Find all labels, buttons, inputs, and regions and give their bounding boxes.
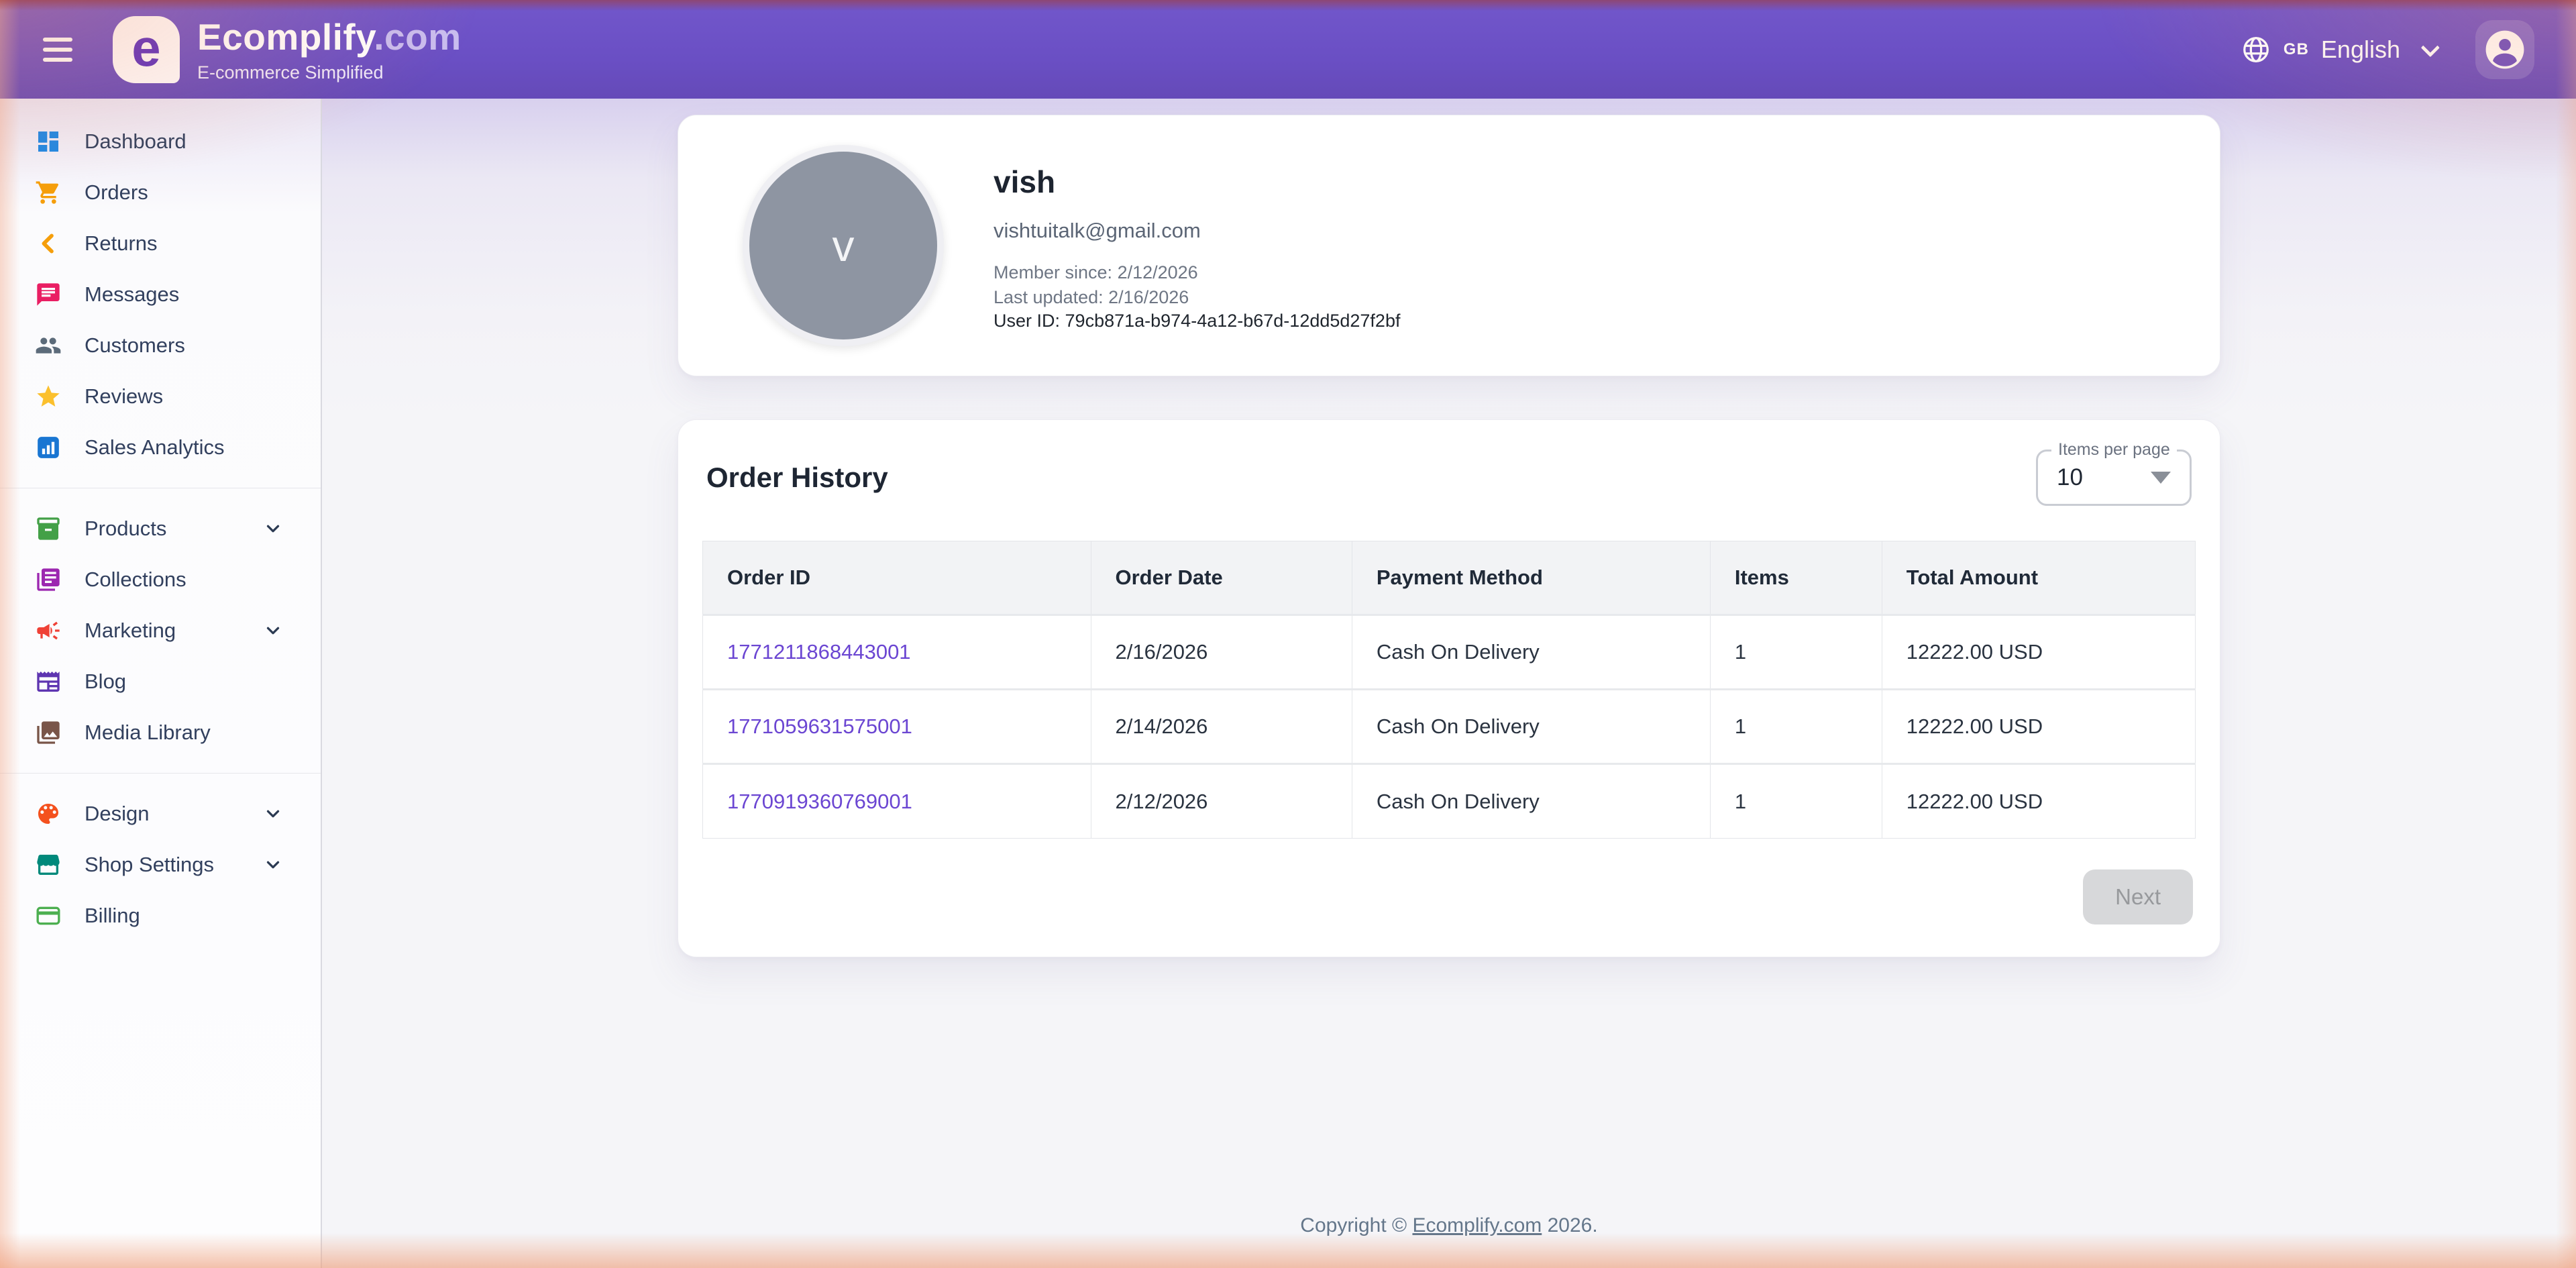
sidebar-item-products[interactable]: Products <box>0 503 321 554</box>
order-history-table: Order ID Order Date Payment Method Items… <box>702 541 2196 839</box>
items-per-page-label: Items per page <box>2051 440 2177 460</box>
chevron-down-icon <box>263 855 283 875</box>
payment-method-cell: Cash On Delivery <box>1352 764 1710 839</box>
copyright-year: 2026. <box>1542 1214 1597 1236</box>
order-id-link[interactable]: 1770919360769001 <box>727 790 912 813</box>
photo-library-icon <box>35 719 62 746</box>
footer-brand-link[interactable]: Ecomplify.com <box>1412 1214 1542 1236</box>
order-history-card: Order History Items per page 10 Order ID… <box>678 419 2220 957</box>
order-id-link[interactable]: 1771211868443001 <box>727 640 911 664</box>
newspaper-icon <box>35 668 62 695</box>
column-header-order-id: Order ID <box>703 541 1091 615</box>
customer-meta: Member since: 2/12/2026 Last updated: 2/… <box>994 260 1400 310</box>
sidebar: Dashboard Orders Returns Messages Custom <box>0 99 322 1268</box>
sidebar-item-reviews[interactable]: Reviews <box>0 371 321 422</box>
sidebar-item-design[interactable]: Design <box>0 788 321 839</box>
sidebar-item-billing[interactable]: Billing <box>0 890 321 941</box>
megaphone-icon <box>35 617 62 644</box>
total-amount-cell: 12222.00 USD <box>1882 615 2195 690</box>
sidebar-item-returns[interactable]: Returns <box>0 218 321 269</box>
payment-method-cell: Cash On Delivery <box>1352 690 1710 764</box>
sidebar-item-shop-settings[interactable]: Shop Settings <box>0 839 321 890</box>
shopping-cart-icon <box>35 179 62 206</box>
column-header-order-date: Order Date <box>1091 541 1352 615</box>
order-id-link[interactable]: 1771059631575001 <box>727 715 912 738</box>
brand-logo-icon: e <box>113 16 180 83</box>
user-menu-button[interactable] <box>2475 20 2534 79</box>
table-header-row: Order ID Order Date Payment Method Items… <box>703 541 2196 615</box>
star-icon <box>35 383 62 410</box>
customer-email: vishtuitalk@gmail.com <box>994 219 1400 243</box>
brand-title-suffix: .com <box>374 16 461 58</box>
customer-profile-card: v vish vishtuitalk@gmail.com Member sinc… <box>678 115 2220 376</box>
total-amount-cell: 12222.00 USD <box>1882 764 2195 839</box>
collections-icon <box>35 566 62 593</box>
sidebar-item-marketing[interactable]: Marketing <box>0 605 321 656</box>
sidebar-divider <box>0 773 321 774</box>
order-date-cell: 2/16/2026 <box>1091 615 1352 690</box>
sidebar-item-orders[interactable]: Orders <box>0 167 321 218</box>
storefront-icon <box>35 851 62 878</box>
dropdown-arrow-icon <box>2151 472 2171 484</box>
globe-icon <box>2241 34 2271 65</box>
chevron-down-icon <box>263 804 283 824</box>
brand-subtitle: E-commerce Simplified <box>197 62 462 83</box>
sidebar-item-collections[interactable]: Collections <box>0 554 321 605</box>
chevron-down-icon <box>2421 38 2440 57</box>
items-cell: 1 <box>1710 615 1882 690</box>
copyright-text: Copyright © <box>1300 1214 1412 1236</box>
items-per-page-value: 10 <box>2057 464 2083 491</box>
total-amount-cell: 12222.00 USD <box>1882 690 2195 764</box>
items-per-page-select[interactable]: Items per page 10 <box>2036 450 2192 506</box>
column-header-total-amount: Total Amount <box>1882 541 2195 615</box>
sidebar-item-messages[interactable]: Messages <box>0 269 321 320</box>
hamburger-menu-button[interactable] <box>43 28 86 71</box>
user-id: User ID: 79cb871a-b974-4a12-b67d-12dd5d2… <box>994 311 1400 331</box>
language-label: English <box>2321 36 2400 64</box>
app-header: e Ecomplify.com E-commerce Simplified GB… <box>0 0 2576 99</box>
chevron-down-icon <box>263 621 283 641</box>
table-row: 1771059631575001 2/14/2026 Cash On Deliv… <box>703 690 2196 764</box>
order-date-cell: 2/14/2026 <box>1091 690 1352 764</box>
next-page-button[interactable]: Next <box>2083 869 2193 924</box>
page-footer: Copyright © Ecomplify.com 2026. <box>1300 1214 1597 1268</box>
credit-card-icon <box>35 902 62 929</box>
language-region-code: GB <box>2284 40 2309 59</box>
inventory-box-icon <box>35 515 62 542</box>
member-since: Member since: 2/12/2026 <box>994 260 1400 285</box>
people-icon <box>35 332 62 359</box>
language-selector[interactable]: GB English <box>2241 34 2435 65</box>
last-updated: Last updated: 2/16/2026 <box>994 285 1400 310</box>
payment-method-cell: Cash On Delivery <box>1352 615 1710 690</box>
main-content: v vish vishtuitalk@gmail.com Member sinc… <box>322 99 2576 1268</box>
items-cell: 1 <box>1710 690 1882 764</box>
items-cell: 1 <box>1710 764 1882 839</box>
table-row: 1770919360769001 2/12/2026 Cash On Deliv… <box>703 764 2196 839</box>
chat-bubble-icon <box>35 281 62 308</box>
column-header-payment-method: Payment Method <box>1352 541 1710 615</box>
brand-title: Ecomplify.com <box>197 15 462 58</box>
brand: e Ecomplify.com E-commerce Simplified <box>113 15 462 83</box>
sidebar-item-blog[interactable]: Blog <box>0 656 321 707</box>
palette-icon <box>35 800 62 827</box>
sidebar-item-dashboard[interactable]: Dashboard <box>0 116 321 167</box>
order-date-cell: 2/12/2026 <box>1091 764 1352 839</box>
table-row: 1771211868443001 2/16/2026 Cash On Deliv… <box>703 615 2196 690</box>
column-header-items: Items <box>1710 541 1882 615</box>
order-history-title: Order History <box>706 462 888 494</box>
customer-name: vish <box>994 164 1400 200</box>
customer-avatar: v <box>743 145 944 346</box>
bar-chart-icon <box>35 434 62 461</box>
chevron-left-icon <box>35 230 62 257</box>
dashboard-icon <box>35 128 62 155</box>
sidebar-item-media-library[interactable]: Media Library <box>0 707 321 758</box>
user-account-icon <box>2484 29 2526 70</box>
sidebar-item-sales-analytics[interactable]: Sales Analytics <box>0 422 321 473</box>
sidebar-item-customers[interactable]: Customers <box>0 320 321 371</box>
chevron-down-icon <box>263 519 283 539</box>
